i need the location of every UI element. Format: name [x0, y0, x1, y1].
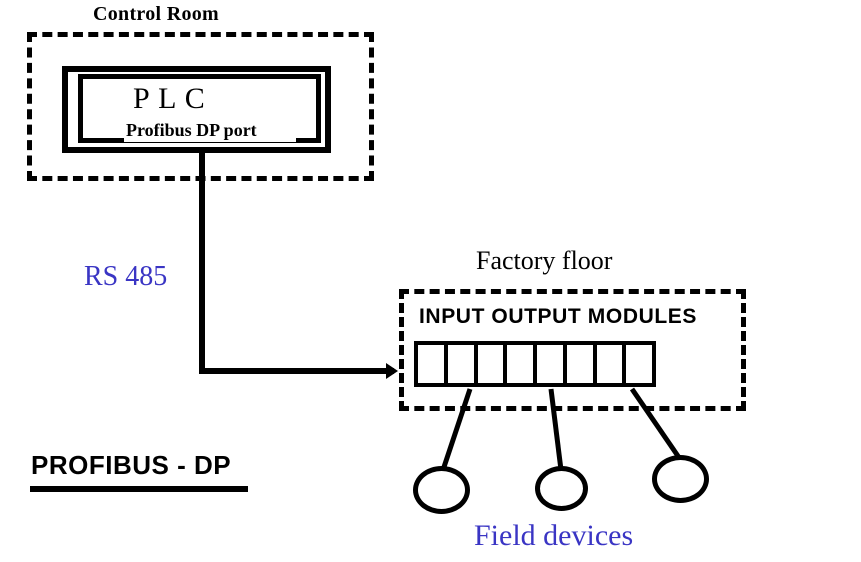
- io-module-slot: [626, 345, 652, 383]
- diagram-title-underline: [30, 486, 248, 492]
- rs485-bus-label: RS 485: [84, 261, 168, 292]
- io-module-slot: [507, 345, 537, 383]
- io-module-slot: [418, 345, 448, 383]
- field-device-1: [413, 466, 470, 514]
- io-module-slot: [537, 345, 567, 383]
- rs485-cable-vertical-segment: [199, 150, 205, 373]
- io-module-slot: [566, 345, 597, 383]
- rs485-cable-horizontal-segment: [199, 368, 394, 374]
- field-devices-label: Field devices: [474, 519, 634, 552]
- profibus-dp-diagram: Control Room P L C Profibus DP port RS 4…: [0, 0, 861, 562]
- input-output-modules-title: INPUT OUTPUT MODULES: [419, 305, 697, 328]
- field-device-3: [652, 455, 709, 503]
- io-module-rack: [414, 341, 656, 387]
- diagram-title: PROFIBUS - DP: [31, 450, 232, 480]
- io-module-slot: [447, 345, 478, 383]
- rs485-cable-arrowhead-icon: [386, 363, 398, 379]
- factory-floor-label: Factory floor: [476, 246, 613, 275]
- control-room-label: Control Room: [93, 3, 220, 25]
- plc-title: P L C: [133, 82, 206, 115]
- io-module-slot: [596, 345, 627, 383]
- io-module-slot: [477, 345, 508, 383]
- plc-profibus-dp-port-label: Profibus DP port: [126, 120, 257, 140]
- field-device-2: [535, 466, 588, 511]
